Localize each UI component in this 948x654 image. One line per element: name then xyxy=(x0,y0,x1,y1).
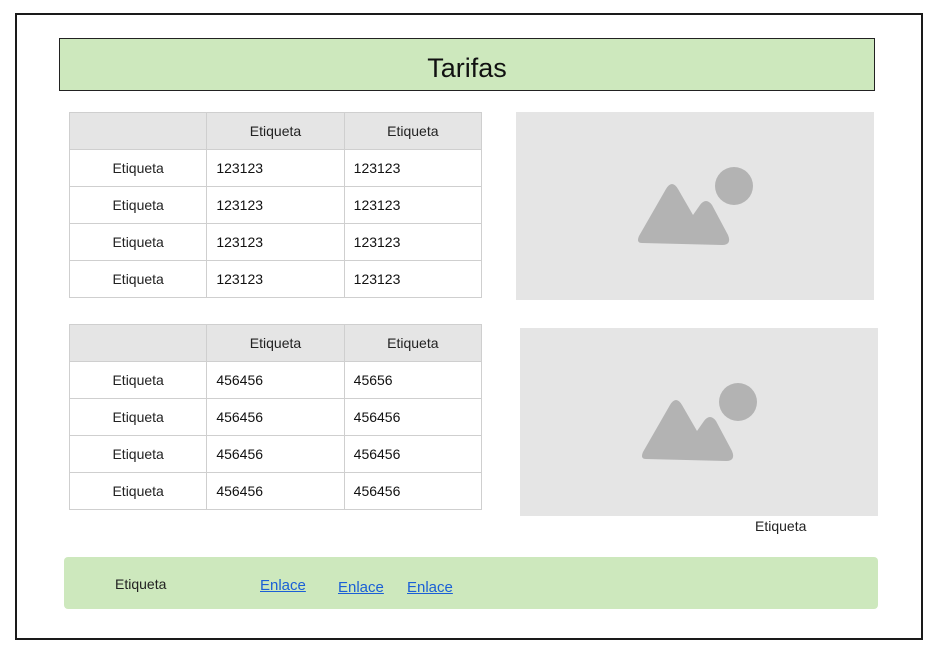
title-bar: Tarifas xyxy=(59,38,875,91)
footer-link-2[interactable]: Enlace xyxy=(338,579,384,596)
table-header-cell: Etiqueta xyxy=(206,112,345,150)
row-label: Etiqueta xyxy=(68,472,208,510)
table-cell: 456456 xyxy=(206,398,345,436)
table-row: Etiqueta 456456 45656 xyxy=(68,361,483,399)
table-row: Etiqueta 456456 456456 xyxy=(68,435,483,473)
table-cell: 456456 xyxy=(206,361,345,399)
image-caption: Etiqueta xyxy=(755,518,807,534)
table-cell: 456456 xyxy=(343,398,483,436)
image-placeholder-icon xyxy=(638,167,753,245)
table-cell: 45656 xyxy=(343,361,483,399)
table-cell: 456456 xyxy=(343,472,483,510)
table-cell: 456456 xyxy=(206,472,345,510)
table-cell: 456456 xyxy=(206,435,345,473)
row-label: Etiqueta xyxy=(68,149,208,187)
row-label: Etiqueta xyxy=(68,223,208,261)
table-cell: 123123 xyxy=(206,186,345,224)
row-label: Etiqueta xyxy=(68,186,208,224)
table-row: Etiqueta 123123 123123 xyxy=(68,186,483,224)
table-header-corner xyxy=(68,324,208,362)
rates-table-1: Etiqueta Etiqueta Etiqueta 123123 123123… xyxy=(68,112,483,298)
table-cell: 123123 xyxy=(343,260,483,298)
image-placeholder-2 xyxy=(520,328,878,516)
table-row: Etiqueta 123123 123123 xyxy=(68,260,483,298)
image-placeholder-icon xyxy=(642,383,757,461)
table-cell: 123123 xyxy=(343,223,483,261)
table-cell: 123123 xyxy=(343,186,483,224)
table-header-cell: Etiqueta xyxy=(343,112,483,150)
table-row: Etiqueta 123123 123123 xyxy=(68,223,483,261)
table-cell: 123123 xyxy=(206,223,345,261)
table-header-corner xyxy=(68,112,208,150)
table-row: Etiqueta 456456 456456 xyxy=(68,398,483,436)
table-cell: 456456 xyxy=(343,435,483,473)
table-header-row: Etiqueta Etiqueta xyxy=(68,112,483,150)
row-label: Etiqueta xyxy=(68,398,208,436)
table-row: Etiqueta 123123 123123 xyxy=(68,149,483,187)
row-label: Etiqueta xyxy=(68,435,208,473)
table-row: Etiqueta 456456 456456 xyxy=(68,472,483,510)
image-placeholder-1 xyxy=(516,112,874,300)
footer-link-3[interactable]: Enlace xyxy=(407,579,453,596)
table-cell: 123123 xyxy=(206,149,345,187)
table-header-cell: Etiqueta xyxy=(206,324,345,362)
table-cell: 123123 xyxy=(206,260,345,298)
table-cell: 123123 xyxy=(343,149,483,187)
rates-table-2: Etiqueta Etiqueta Etiqueta 456456 45656 … xyxy=(68,324,483,510)
table-header-row: Etiqueta Etiqueta xyxy=(68,324,483,362)
page-title: Tarifas xyxy=(427,53,507,83)
row-label: Etiqueta xyxy=(68,260,208,298)
footer-label: Etiqueta xyxy=(115,576,167,592)
table-header-cell: Etiqueta xyxy=(343,324,483,362)
footer-bar: Etiqueta Enlace Enlace Enlace xyxy=(64,557,878,609)
footer-link-1[interactable]: Enlace xyxy=(260,577,306,594)
row-label: Etiqueta xyxy=(68,361,208,399)
